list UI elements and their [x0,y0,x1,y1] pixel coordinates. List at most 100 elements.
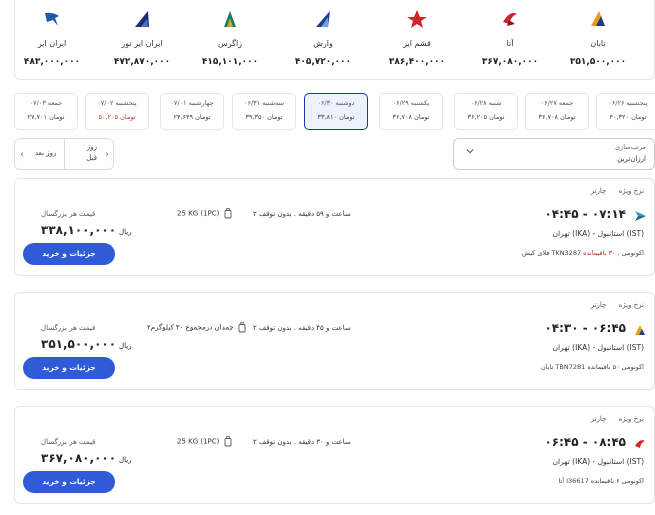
baggage-info: ۲چمدان درمجموع ۳۰ کیلوگرم [147,322,246,333]
fare-type-label: نرخ ویژه [618,415,644,423]
date-label: پنجشنبه ۰۷/۰۲ [97,99,137,107]
currency-label: ریال [119,456,132,464]
currency-label: ریال [119,228,132,236]
price-per-adult-label: قیمت هر بزرگسال [41,210,96,218]
flight-card: نرخ ویژه چارتر ۰۴:۳۰ - ۰۶:۴۵ تهران (IKA)… [14,292,655,390]
price-amount: ۳۵۱,۵۰۰,۰۰۰ [41,337,117,351]
luggage-icon [224,436,232,447]
date-option[interactable]: جمعه ۰۶/۲۷ ۳۶,۷۰۸ تومان [525,93,589,130]
date-label: پنجشنبه ۰۶/۲۶ [608,99,648,107]
luggage-icon [238,322,246,333]
next-day-button[interactable]: ‹ روز بعد [15,139,64,169]
zagros-logo-icon [224,11,236,27]
seats-remaining: ۳۰ باقیمانده [583,249,616,257]
date-option[interactable]: پنجشنبه ۰۶/۲۶ ۴۰,۳۲۰ تومان [596,93,655,130]
charter-label: چارتر [590,415,607,423]
prev-day-button[interactable]: روز قبل › [64,139,113,169]
flight-card: نرخ ویژه چارتر ۰۶:۴۵ - ۰۸:۴۵ تهران (IKA)… [14,406,655,504]
airline-item-iran-air[interactable]: ایران ایر ۴۸۳,۰۰۰,۰۰۰ [7,8,97,67]
airline-item-zagros[interactable]: زاگرس ۴۱۵,۱۰۱,۰۰۰ [185,8,275,67]
flight-card: نرخ ویژه چارتر ۰۴:۴۵ - ۰۷:۱۴ تهران (IKA)… [14,178,655,276]
taban-logo-icon [591,11,605,26]
flight-tags: نرخ ویژه چارتر [581,301,644,309]
airline-name: آتا [506,39,514,48]
flight-info: تابان TBN7281 اکونومی ۵۰ باقیمانده [541,363,644,371]
airline-name: وارش [313,39,333,48]
taban-logo-icon [635,325,645,335]
flight-times: ۰۶:۴۵ - ۰۸:۴۵ [544,435,626,449]
baggage-label: 25 KG (1PC) [177,209,220,218]
fly-kish-logo-icon [635,211,646,221]
date-option[interactable]: چهارشنبه ۰۷/۰۱ ۲۴,۶۴۹ تومان [160,93,224,130]
price-amount: ۳۳۸,۱۰۰,۰۰۰ [41,223,117,237]
airline-flight-number: فلای کیش TKN3287 اکونومی . [521,249,644,257]
airline-name: زاگرس [217,39,243,48]
details-and-buy-button[interactable]: جزئیات و خرید [23,243,115,265]
date-label: سه‌شنبه ۰۶/۳۱ [243,99,284,107]
details-and-buy-button[interactable]: جزئیات و خرید [23,357,115,379]
airline-flight-number: آتا I36617 اکونومی ۶ باقیمانده [558,477,644,485]
flight-route: تهران (IKA) - استانبول (IST) [552,229,644,238]
date-option[interactable]: یکشنبه ۰۶/۲۹ ۳۶,۷۰۸ تومان [379,93,443,130]
iran-air-logo-icon [45,12,59,26]
sort-select[interactable]: مرتب‌سازی ارزان‌ترین [453,138,655,170]
date-option[interactable]: جمعه ۰۷/۰۳ ۲۷,۷۰۱ تومان [14,93,78,130]
date-price: ۳۶,۷۰۸ تومان [538,113,576,121]
flight-info: فلای کیش TKN3287 اکونومی . ۳۰ باقیمانده [522,249,644,257]
date-price: ۳۶,۲۰۵ تومان [467,113,505,121]
airline-price: ۳۵۱,۵۰۰,۰۰۰ [569,57,627,67]
ata-logo-icon [635,440,645,448]
date-price: ۳۳,۸۱۰ تومان [317,113,355,121]
date-option[interactable]: سه‌شنبه ۰۶/۳۱ ۳۹,۳۵۰ تومان [232,93,296,130]
date-price: ۳۶,۷۰۸ تومان [392,113,430,121]
airline-item-varesh[interactable]: وارش ۴۰۵,۷۲۰,۰۰۰ [278,8,368,67]
flight-price: ۳۶۷,۰۸۰,۰۰۰ ریال [41,451,132,465]
flight-price: ۳۵۱,۵۰۰,۰۰۰ ریال [41,337,132,351]
airline-name: تابان [590,39,606,48]
airline-item-ata[interactable]: آتا ۳۶۷,۰۸۰,۰۰۰ [465,8,555,67]
fare-type-label: نرخ ویژه [618,187,644,195]
charter-label: چارتر [590,301,607,309]
flight-info: آتا I36617 اکونومی ۶ باقیمانده [558,477,644,485]
details-and-buy-button[interactable]: جزئیات و خرید [23,471,115,493]
prev-day-label-2: قبل [86,154,97,162]
airline-name: ایران ایر [37,39,67,48]
airline-price: ۴۱۵,۱۰۱,۰۰۰ [201,57,259,67]
varesh-logo-icon [316,11,330,27]
day-navigation: ‹ روز بعد روز قبل › [14,138,114,170]
flight-tags: نرخ ویژه چارتر [581,187,644,195]
baggage-info: 25 KG (1PC) [177,436,232,447]
sort-label: مرتب‌سازی [615,143,646,151]
airline-item-qeshm-air[interactable]: قشم ایر ۳۸۶,۴۰۰,۰۰۰ [372,8,462,67]
fare-type-label: نرخ ویژه [618,301,644,309]
date-option-selected[interactable]: دوشنبه ۰۶/۳۰ ۳۳,۸۱۰ تومان [304,93,368,130]
baggage-info: 25 KG (1PC) [177,208,232,219]
airline-price: ۴۸۳,۰۰۰,۰۰۰ [23,57,81,67]
flight-tags: نرخ ویژه چارتر [581,415,644,423]
date-label: جمعه ۰۶/۲۷ [540,99,574,107]
airline-price: ۳۸۶,۴۰۰,۰۰۰ [388,57,446,67]
next-day-label: روز بعد [35,149,57,157]
flight-route: تهران (IKA) - استانبول (IST) [552,343,644,352]
price-amount: ۳۶۷,۰۸۰,۰۰۰ [41,451,117,465]
airline-name: قشم ایر [403,39,431,48]
prev-day-label: روز [86,143,97,151]
airline-flight-number: تابان TBN7281 اکونومی ۵۰ باقیمانده [540,363,644,371]
flight-duration: ۲ ساعت و ۴۵ دقیقه . بدون توقف [253,324,351,332]
date-option[interactable]: پنجشنبه ۰۷/۰۲ ۵۰,۲۰۵ تومان [85,93,149,130]
date-price: ۳۹,۳۵۰ تومان [245,113,283,121]
currency-label: ریال [119,342,132,350]
price-per-adult-label: قیمت هر بزرگسال [41,438,96,446]
date-option[interactable]: شنبه ۰۶/۲۸ ۳۶,۲۰۵ تومان [454,93,518,130]
airline-item-iran-air-tour[interactable]: ایران ایر تور ۴۷۲,۸۷۰,۰۰۰ [97,8,187,67]
flight-duration: ۲ ساعت و ۵۹ دقیقه . بدون توقف [253,210,351,218]
airline-item-taban[interactable]: تابان ۳۵۱,۵۰۰,۰۰۰ [553,8,643,67]
date-price: ۲۷,۷۰۱ تومان [27,113,65,121]
airline-name: ایران ایر تور [121,39,163,48]
flight-times: ۰۴:۳۰ - ۰۶:۴۵ [544,321,626,335]
sort-value: ارزان‌ترین [617,155,646,163]
date-price: ۵۰,۲۰۵ تومان [98,113,136,121]
luggage-icon [224,208,232,219]
baggage-label: 25 KG (1PC) [177,437,220,446]
flight-price: ۳۳۸,۱۰۰,۰۰۰ ریال [41,223,132,237]
